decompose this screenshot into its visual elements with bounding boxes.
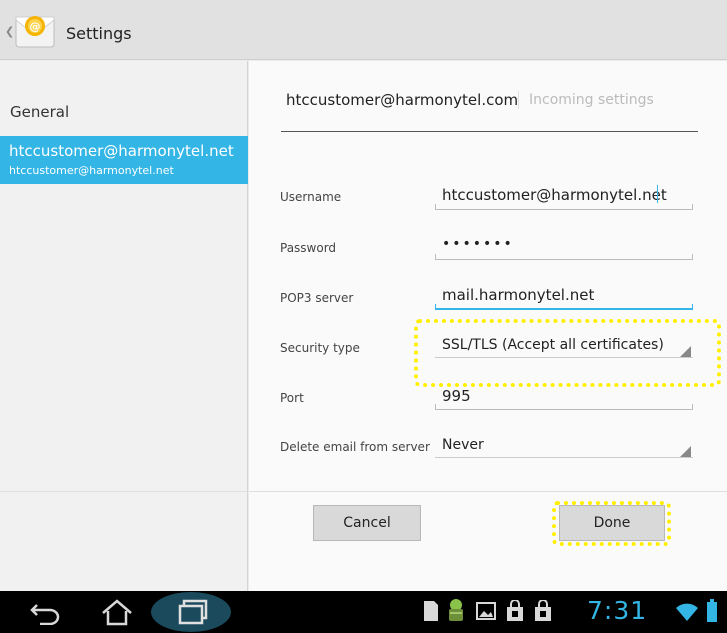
password-field[interactable]: •••••••: [442, 236, 514, 252]
pop3-underline: [435, 304, 693, 310]
wifi-icon: [676, 603, 698, 621]
recent-apps-icon[interactable]: [150, 592, 232, 632]
android-icon: [449, 599, 463, 621]
pop3-label: POP3 server: [280, 291, 354, 305]
action-bar: ❮ @ Settings: [0, 0, 727, 60]
breadcrumb-divider: [518, 91, 519, 109]
battery-icon: [707, 599, 717, 622]
delete-email-label: Delete email from server: [280, 440, 430, 454]
security-type-label: Security type: [280, 341, 360, 355]
home-icon[interactable]: [100, 598, 134, 626]
account-subtitle: htccustomer@harmonytel.net: [9, 164, 174, 177]
port-field[interactable]: 995: [442, 387, 471, 405]
email-icon[interactable]: @: [13, 11, 57, 51]
sidebar-item-label: General: [10, 103, 70, 121]
svg-text:@: @: [30, 20, 41, 33]
username-underline: [435, 204, 693, 210]
account-title: htccustomer@harmonytel.net: [9, 142, 234, 160]
settings-pane: htccustomer@harmonytel.com Incoming sett…: [249, 61, 727, 491]
header-divider: [281, 131, 698, 132]
back-icon[interactable]: [28, 599, 64, 625]
button-bar: Cancel Done: [249, 491, 727, 591]
shopping-bag-icon: [535, 600, 551, 621]
button-bar-left: [0, 491, 248, 591]
delete-email-select[interactable]: Never: [442, 437, 484, 453]
app-title[interactable]: Settings: [66, 24, 132, 43]
cancel-button[interactable]: Cancel: [313, 505, 421, 541]
delete-underline: [435, 457, 693, 458]
port-label: Port: [280, 391, 304, 405]
image-icon: [476, 602, 496, 620]
left-pane: General htccustomer@harmonytel.net htccu…: [0, 61, 248, 491]
username-field[interactable]: htccustomer@harmonytel.net: [442, 186, 667, 204]
breadcrumb-section: Incoming settings: [529, 92, 654, 108]
breadcrumb-account: htccustomer@harmonytel.com: [286, 91, 519, 109]
port-underline: [435, 404, 693, 410]
password-label: Password: [280, 241, 337, 255]
password-underline: [435, 254, 693, 260]
sidebar-item-general[interactable]: General: [0, 91, 248, 133]
system-bar: 7:31: [0, 591, 727, 633]
clock: 7:31: [587, 596, 648, 625]
sidebar-item-account[interactable]: htccustomer@harmonytel.net htccustomer@h…: [0, 136, 248, 184]
shopping-bag-icon: [507, 600, 523, 621]
dropdown-arrow-icon[interactable]: [680, 446, 691, 457]
pop3-server-field[interactable]: mail.harmonytel.net: [442, 286, 594, 304]
highlight-box: [552, 501, 671, 546]
username-label: Username: [280, 190, 342, 204]
highlight-box: [414, 319, 721, 387]
sd-card-icon: [424, 601, 438, 621]
text-cursor: [657, 185, 658, 203]
